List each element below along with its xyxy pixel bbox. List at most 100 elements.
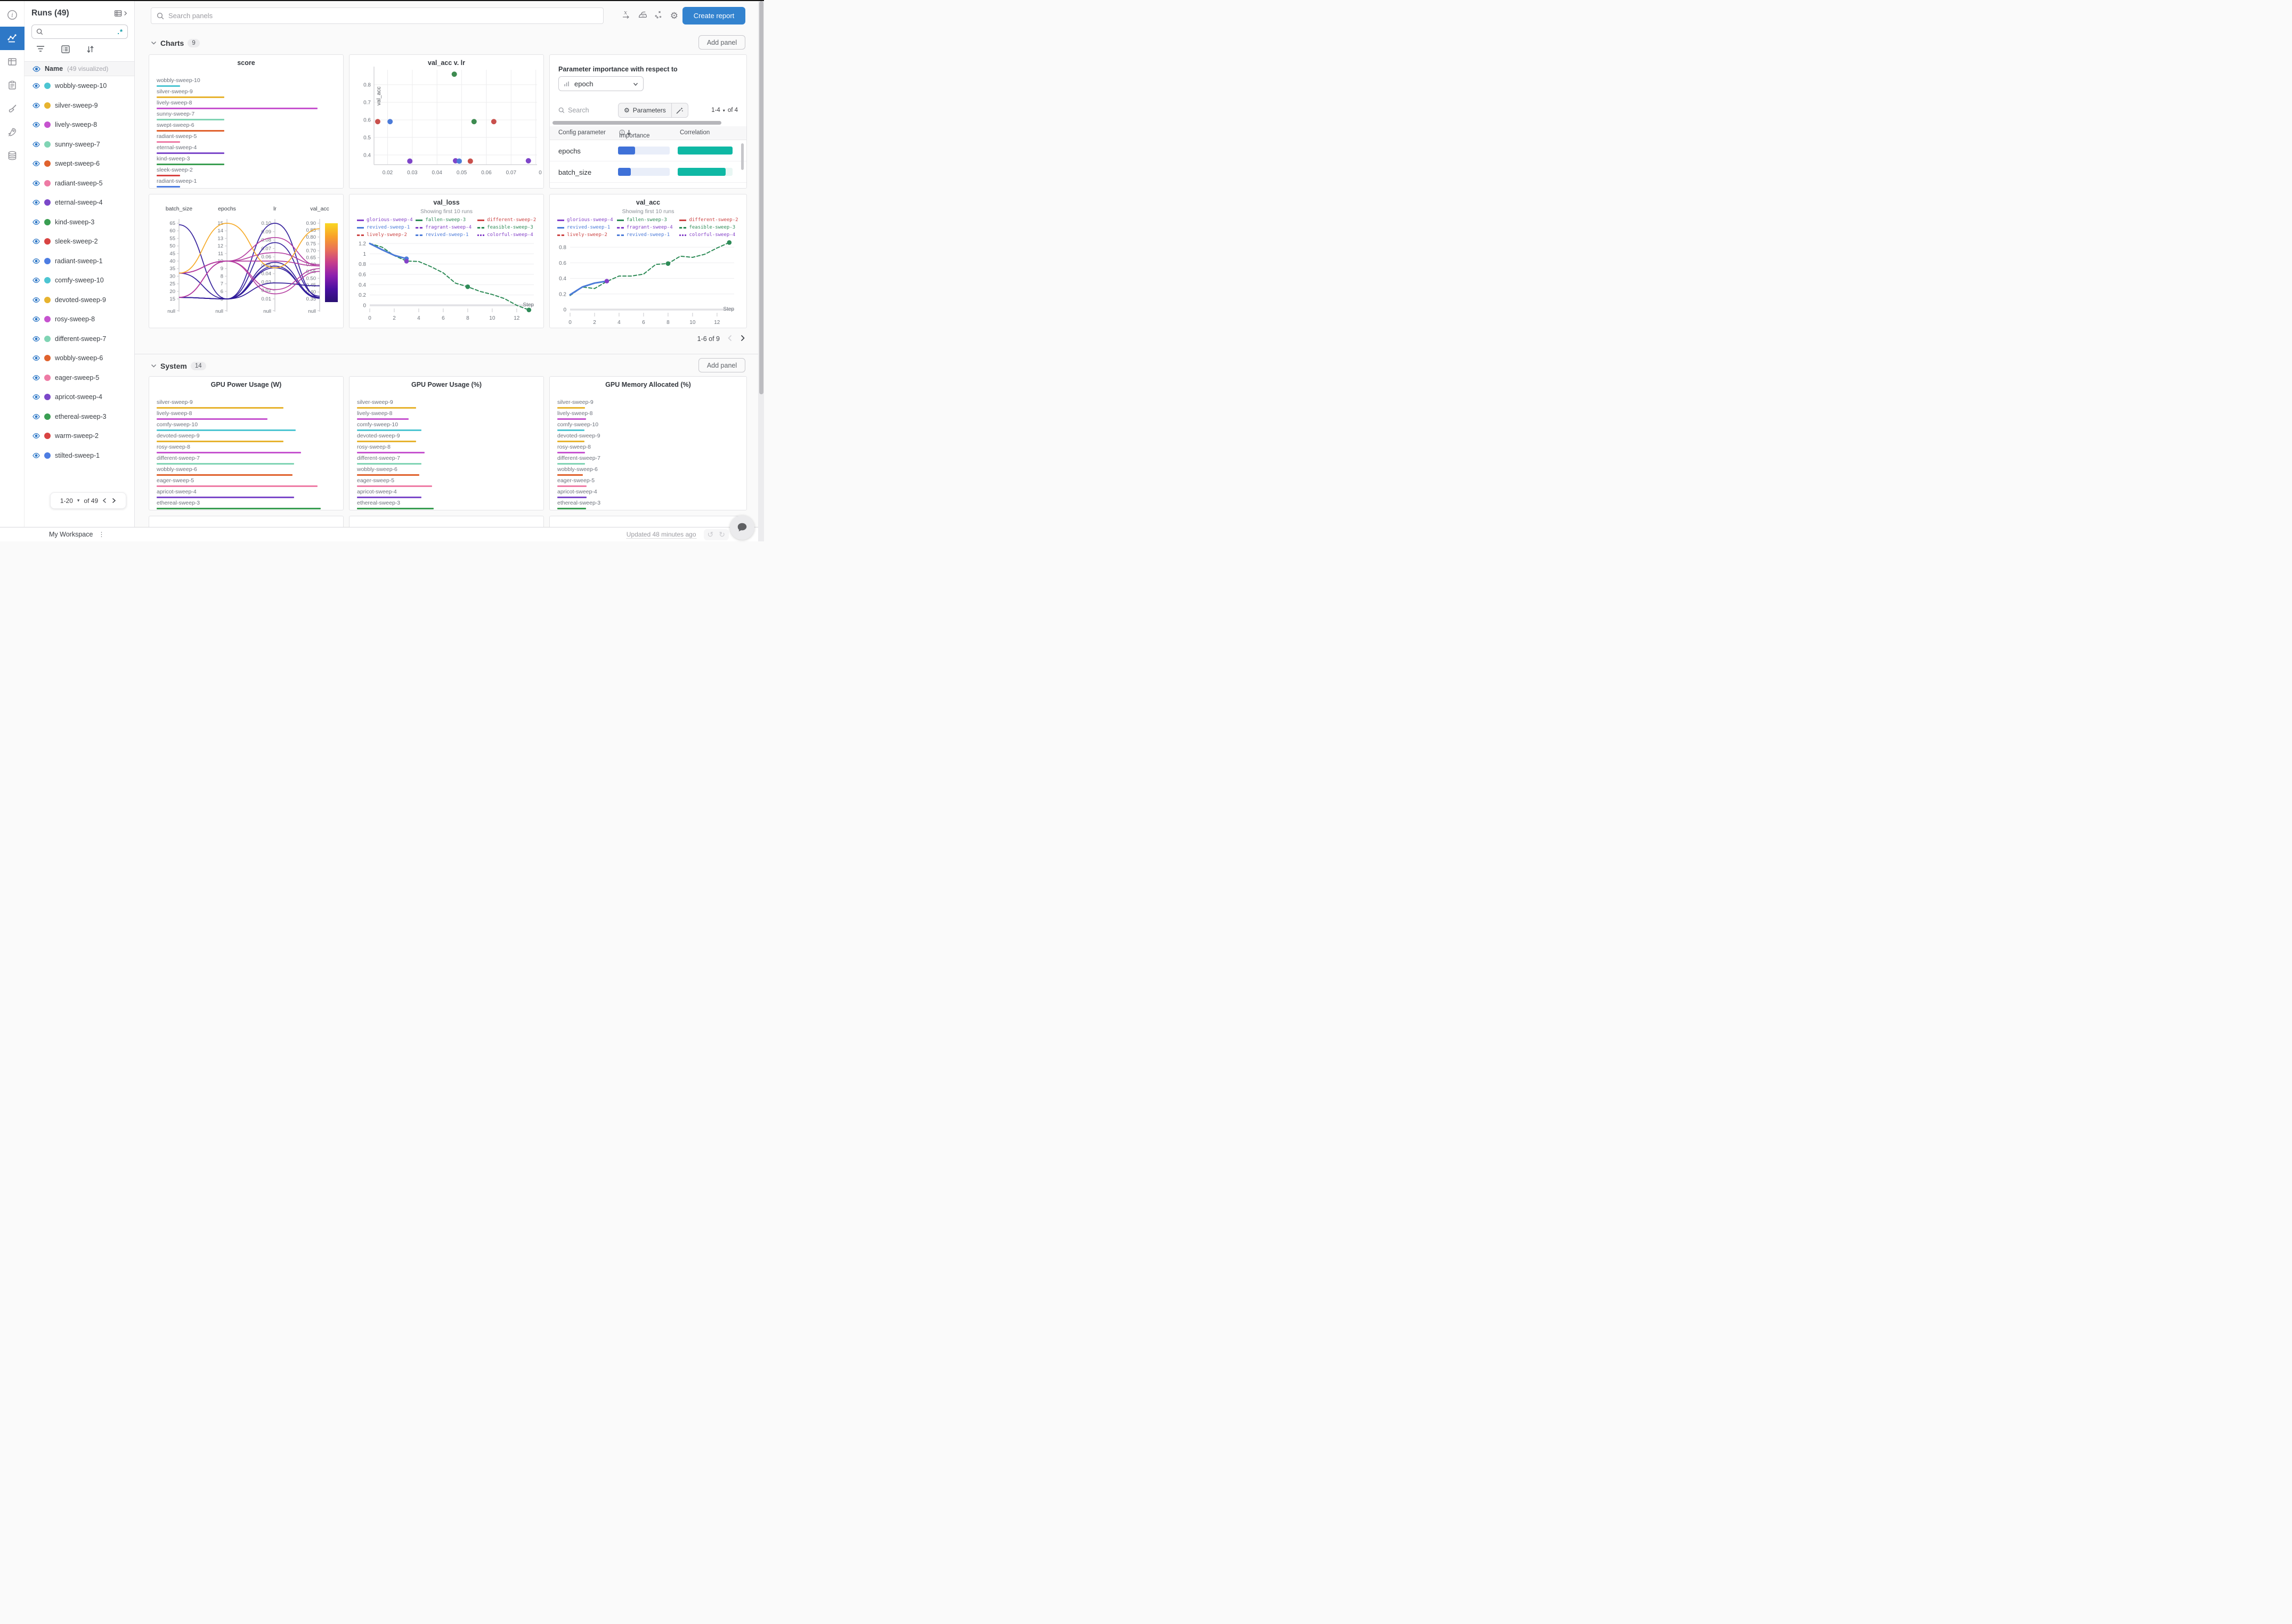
regex-toggle-icon[interactable]: .* xyxy=(117,28,123,36)
run-list-item[interactable]: swept-sweep-6 xyxy=(25,154,134,174)
run-list-item[interactable]: ethereal-sweep-3 xyxy=(25,407,134,427)
next-page-icon[interactable] xyxy=(111,498,116,504)
page-scrollbar[interactable] xyxy=(758,0,764,541)
charts-next-icon[interactable] xyxy=(740,335,745,343)
metric-select[interactable]: epoch xyxy=(558,76,644,91)
outliers-icon[interactable] xyxy=(654,10,663,22)
panel-gpu-power-w[interactable]: GPU Power Usage (W) silver-sweep-9 lively… xyxy=(149,376,344,510)
panel-val-acc[interactable]: val_acc Showing first 10 runs glorious-s… xyxy=(549,194,747,328)
caret-down-icon[interactable]: ▾ xyxy=(723,108,725,113)
eye-icon[interactable] xyxy=(32,218,40,226)
system-section-header[interactable]: System 14 xyxy=(151,361,206,371)
workspace-name-label[interactable]: My Workspace xyxy=(49,531,93,538)
eye-icon[interactable] xyxy=(32,82,40,90)
eye-icon[interactable] xyxy=(32,180,40,187)
parameters-manage-button[interactable]: ⚙ Parameters xyxy=(619,103,672,117)
chevron-down-icon[interactable] xyxy=(151,38,157,48)
col-correlation[interactable]: Correlation xyxy=(680,129,710,136)
scrollbar-thumb[interactable] xyxy=(759,1,763,394)
run-list-item[interactable]: lively-sweep-8 xyxy=(25,115,134,135)
run-list-item[interactable]: warm-sweep-2 xyxy=(25,426,134,446)
add-panel-button-charts[interactable]: Add panel xyxy=(698,35,745,50)
eye-icon[interactable] xyxy=(32,413,40,420)
nav-runs-table-icon[interactable] xyxy=(0,50,25,74)
run-list-item[interactable]: silver-sweep-9 xyxy=(25,96,134,116)
nav-sweeps-broom-icon[interactable] xyxy=(0,97,25,120)
run-list-item[interactable]: radiant-sweep-1 xyxy=(25,251,134,271)
runs-search-input[interactable] xyxy=(43,28,118,36)
group-list-icon[interactable] xyxy=(61,45,70,56)
run-list-item[interactable]: sleek-sweep-2 xyxy=(25,232,134,251)
eye-icon[interactable] xyxy=(32,199,40,206)
runs-table-toggle-icon[interactable] xyxy=(114,9,128,18)
panel-parameter-importance[interactable]: Parameter importance with respect to epo… xyxy=(549,54,747,189)
panel-search-box[interactable] xyxy=(151,7,604,24)
run-list-item[interactable]: wobbly-sweep-10 xyxy=(25,76,134,96)
runs-search-box[interactable]: .* xyxy=(31,25,128,39)
redo-icon[interactable]: ↻ xyxy=(719,530,725,539)
panel-parallel-coordinates[interactable]: batch_size 65 60 55 50 45 40 35 30 25 20 15 null epoc… xyxy=(149,194,344,328)
eye-icon[interactable] xyxy=(32,296,40,304)
charts-section-header[interactable]: Charts 9 xyxy=(151,38,200,48)
run-list-item[interactable]: radiant-sweep-5 xyxy=(25,174,134,193)
param-search-input[interactable] xyxy=(568,107,605,114)
magic-wand-icon[interactable] xyxy=(672,103,688,117)
panel-search-input[interactable] xyxy=(168,12,598,20)
workspace-menu-icon[interactable]: ⋮ xyxy=(98,531,104,538)
panel-val-loss[interactable]: val_loss Showing first 10 runs glorious-… xyxy=(349,194,544,328)
param-search-box[interactable] xyxy=(558,107,618,114)
last-updated-label[interactable]: Updated 48 minutes ago xyxy=(626,531,696,539)
eye-icon[interactable] xyxy=(32,102,40,109)
run-list-item[interactable]: comfy-sweep-10 xyxy=(25,271,134,290)
page-range-label[interactable]: 1-20 xyxy=(60,497,73,505)
param-table-row[interactable] xyxy=(550,183,746,188)
nav-workspace-charts-icon[interactable] xyxy=(0,27,25,50)
filter-icon[interactable] xyxy=(36,45,45,56)
eye-icon[interactable] xyxy=(32,65,40,73)
runs-columns-header[interactable]: Name (49 visualized) xyxy=(25,61,134,76)
undo-icon[interactable]: ↺ xyxy=(708,530,714,539)
panel-gpu-power-pct[interactable]: GPU Power Usage (%) silver-sweep-9 lively… xyxy=(349,376,544,510)
run-list-item[interactable]: rosy-sweep-8 xyxy=(25,310,134,329)
sort-icon[interactable] xyxy=(86,45,94,56)
nav-artifacts-database-icon[interactable] xyxy=(0,144,25,167)
eye-icon[interactable] xyxy=(32,432,40,440)
vertical-scrollbar[interactable] xyxy=(741,143,744,170)
run-list-item[interactable]: wobbly-sweep-6 xyxy=(25,348,134,368)
caret-down-icon[interactable]: ▾ xyxy=(77,498,80,504)
panel-gpu-memory-pct[interactable]: GPU Memory Allocated (%) silver-sweep-9 l… xyxy=(549,376,747,510)
eye-icon[interactable] xyxy=(32,354,40,362)
col-importance[interactable]: Importance xyxy=(619,129,650,139)
nav-reports-clipboard-icon[interactable] xyxy=(0,74,25,97)
eye-icon[interactable] xyxy=(32,452,40,459)
help-chat-button[interactable] xyxy=(730,515,754,540)
run-list-item[interactable]: devoted-sweep-9 xyxy=(25,290,134,310)
prev-page-icon[interactable] xyxy=(102,498,107,504)
eye-icon[interactable] xyxy=(32,121,40,128)
x-axis-settings-icon[interactable]: x xyxy=(622,9,631,22)
create-report-button[interactable]: Create report xyxy=(682,7,745,25)
panel-val-acc-v-lr[interactable]: val_acc v. lr 0.4 0.5 0.6 0.7 0.8 0.02 0.03 0.0… xyxy=(349,54,544,189)
run-list-item[interactable]: sunny-sweep-7 xyxy=(25,135,134,155)
eye-icon[interactable] xyxy=(32,141,40,148)
add-panel-button-system[interactable]: Add panel xyxy=(698,358,745,372)
eye-icon[interactable] xyxy=(32,335,40,343)
run-list-item[interactable]: kind-sweep-3 xyxy=(25,213,134,232)
run-list-item[interactable]: different-sweep-7 xyxy=(25,329,134,349)
eye-icon[interactable] xyxy=(32,277,40,284)
eye-icon[interactable] xyxy=(32,160,40,167)
eye-icon[interactable] xyxy=(32,238,40,245)
param-table-row[interactable]: epochs xyxy=(550,140,746,161)
param-page-range[interactable]: 1-4 xyxy=(711,107,720,113)
param-table-row[interactable]: batch_size xyxy=(550,161,746,183)
run-list-item[interactable]: eager-sweep-5 xyxy=(25,368,134,388)
panel-score[interactable]: score wobbly-sweep-10 silver-sweep-9 livel… xyxy=(149,54,344,189)
col-config-parameter[interactable]: Config parameter xyxy=(558,129,606,136)
run-list-item[interactable]: stilted-sweep-1 xyxy=(25,446,134,466)
eye-icon[interactable] xyxy=(32,257,40,265)
smoothing-iron-icon[interactable] xyxy=(638,10,647,22)
run-list-item[interactable]: eternal-sweep-4 xyxy=(25,193,134,213)
eye-icon[interactable] xyxy=(32,374,40,381)
horizontal-scrollbar[interactable] xyxy=(552,121,721,125)
info-icon[interactable]: i xyxy=(0,3,25,27)
